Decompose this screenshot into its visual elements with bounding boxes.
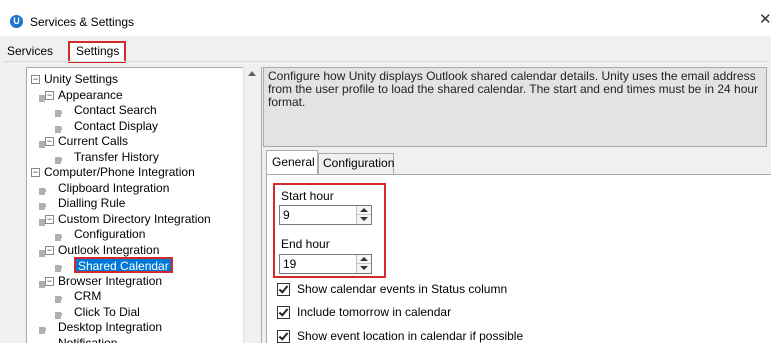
tab-services[interactable]: Services xyxy=(4,44,60,61)
tree-item[interactable]: Contact Search xyxy=(74,103,157,119)
checkbox[interactable] xyxy=(277,306,290,319)
tree-item[interactable]: Configuration xyxy=(74,227,145,243)
tree-item[interactable]: Clipboard Integration xyxy=(58,181,169,197)
tree-item[interactable]: Appearance xyxy=(58,88,123,104)
end-hour-spinner[interactable]: 19 xyxy=(279,254,372,274)
spin-down-icon[interactable] xyxy=(360,217,368,221)
tree-connector xyxy=(39,327,45,331)
tree-item[interactable]: Notification xyxy=(58,336,117,343)
tree-item[interactable]: CRM xyxy=(74,289,101,305)
tree-item[interactable]: Contact Display xyxy=(74,119,158,135)
start-hour-spin-buttons[interactable] xyxy=(356,206,371,224)
checkbox[interactable] xyxy=(277,283,290,296)
tree-collapse-icon[interactable]: − xyxy=(45,246,54,255)
spin-divider xyxy=(357,263,371,264)
tree-collapse-icon[interactable]: − xyxy=(45,91,54,100)
tree-item[interactable]: Desktop Integration xyxy=(58,320,162,336)
start-hour-spinner[interactable]: 9 xyxy=(279,205,372,225)
spin-down-icon[interactable] xyxy=(360,266,368,270)
checkmark-icon xyxy=(278,306,289,317)
inner-tab-strip: General Configuration xyxy=(266,150,766,174)
checkmark-icon xyxy=(278,330,289,341)
tab-configuration[interactable]: Configuration xyxy=(318,153,394,174)
tree-item[interactable]: Current Calls xyxy=(58,134,128,150)
tree-connector xyxy=(55,234,61,238)
end-hour-spin-buttons[interactable] xyxy=(356,255,371,273)
tree-item[interactable]: Browser Integration xyxy=(58,274,162,290)
tab-settings[interactable]: Settings xyxy=(68,41,126,63)
tree-item[interactable]: Transfer History xyxy=(74,150,159,166)
unity-app-icon: U xyxy=(10,15,23,28)
spin-up-icon[interactable] xyxy=(360,208,368,212)
spin-up-icon[interactable] xyxy=(360,257,368,261)
start-hour-label: Start hour xyxy=(281,189,334,203)
tree-item[interactable]: Custom Directory Integration xyxy=(58,212,211,228)
tree-connector xyxy=(39,188,45,192)
tab-general[interactable]: General xyxy=(266,150,318,174)
end-hour-label: End hour xyxy=(281,237,330,251)
tree-item[interactable]: Computer/Phone Integration xyxy=(44,165,195,181)
settings-tree: − Unity Settings − Appearance Contact Search… xyxy=(26,67,262,343)
checkbox[interactable] xyxy=(277,330,290,343)
checkbox-label: Show calendar events in Status column xyxy=(297,282,508,296)
tree-item[interactable]: Unity Settings xyxy=(44,72,118,88)
tree-connector xyxy=(55,157,61,161)
tree-connector xyxy=(55,296,61,300)
tree-connector xyxy=(55,312,61,316)
tree-collapse-icon[interactable]: − xyxy=(45,277,54,286)
tree-item[interactable]: Shared Calendar xyxy=(74,257,173,273)
tree-collapse-icon[interactable]: − xyxy=(45,137,54,146)
tree-connector xyxy=(55,110,61,114)
checkbox-label: Include tomorrow in calendar xyxy=(297,305,452,319)
tree-connector xyxy=(39,203,45,207)
close-icon[interactable]: ✕ xyxy=(759,11,771,29)
tab-divider xyxy=(4,61,767,62)
tree-collapse-icon[interactable]: − xyxy=(45,215,54,224)
top-tab-strip: Services Settings xyxy=(0,36,771,63)
title-bar: U Services & Settings ✕ xyxy=(0,0,771,36)
window-title: Services & Settings xyxy=(30,15,135,29)
checkmark-icon xyxy=(278,283,289,294)
checkbox-label: Show event location in calendar if possi… xyxy=(297,329,524,343)
tree-collapse-icon[interactable]: − xyxy=(31,168,40,177)
tree-scrollbar[interactable] xyxy=(243,67,261,343)
description-box: Configure how Unity displays Outlook sha… xyxy=(263,67,767,147)
tree-item[interactable]: Click To Dial xyxy=(74,305,140,321)
start-hour-value[interactable]: 9 xyxy=(283,208,290,222)
spin-divider xyxy=(357,214,371,215)
end-hour-value[interactable]: 19 xyxy=(283,257,296,271)
scroll-up-icon[interactable] xyxy=(248,71,256,76)
tree-item[interactable]: Dialling Rule xyxy=(58,196,125,212)
tree-collapse-icon[interactable]: − xyxy=(31,75,40,84)
tree-connector xyxy=(55,265,61,269)
tree-connector xyxy=(55,126,61,130)
hour-settings-group: Start hour 9 End hour 19 xyxy=(273,183,386,278)
